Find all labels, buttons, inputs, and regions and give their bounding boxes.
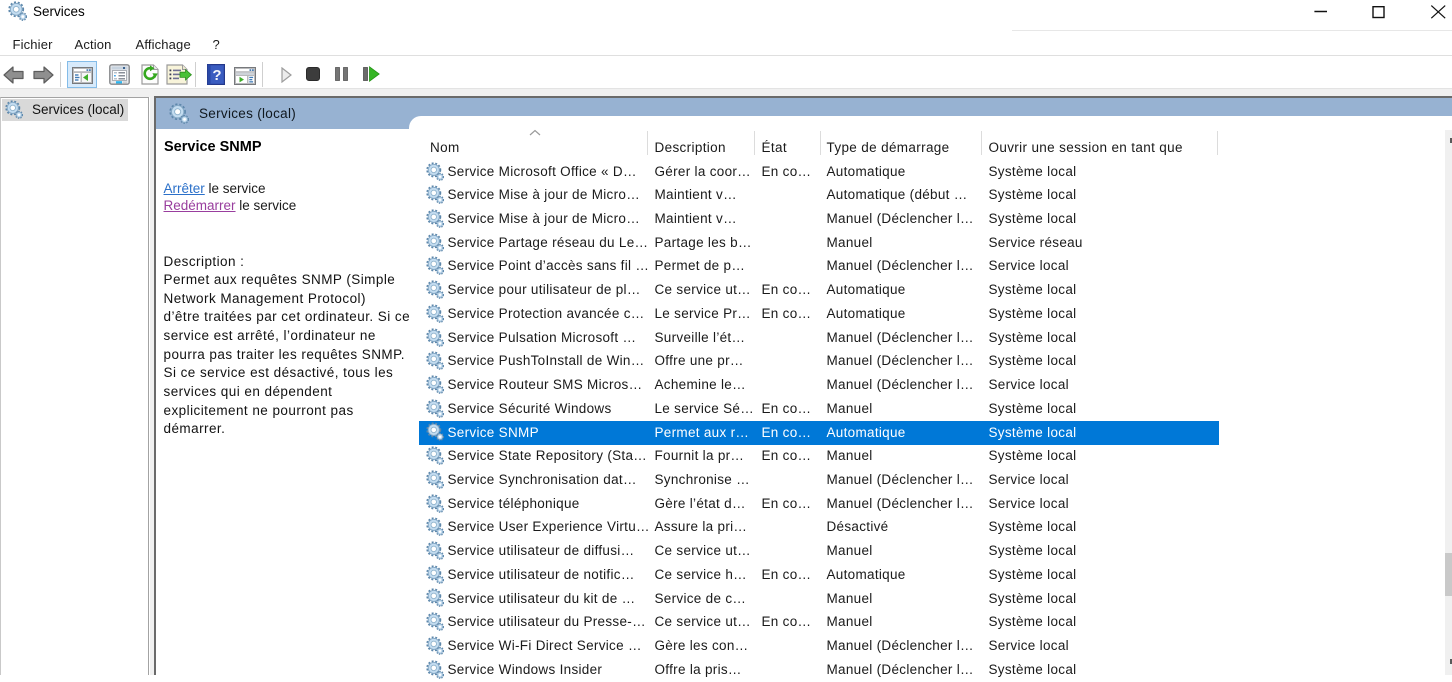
svg-text:?: ? bbox=[212, 67, 221, 84]
